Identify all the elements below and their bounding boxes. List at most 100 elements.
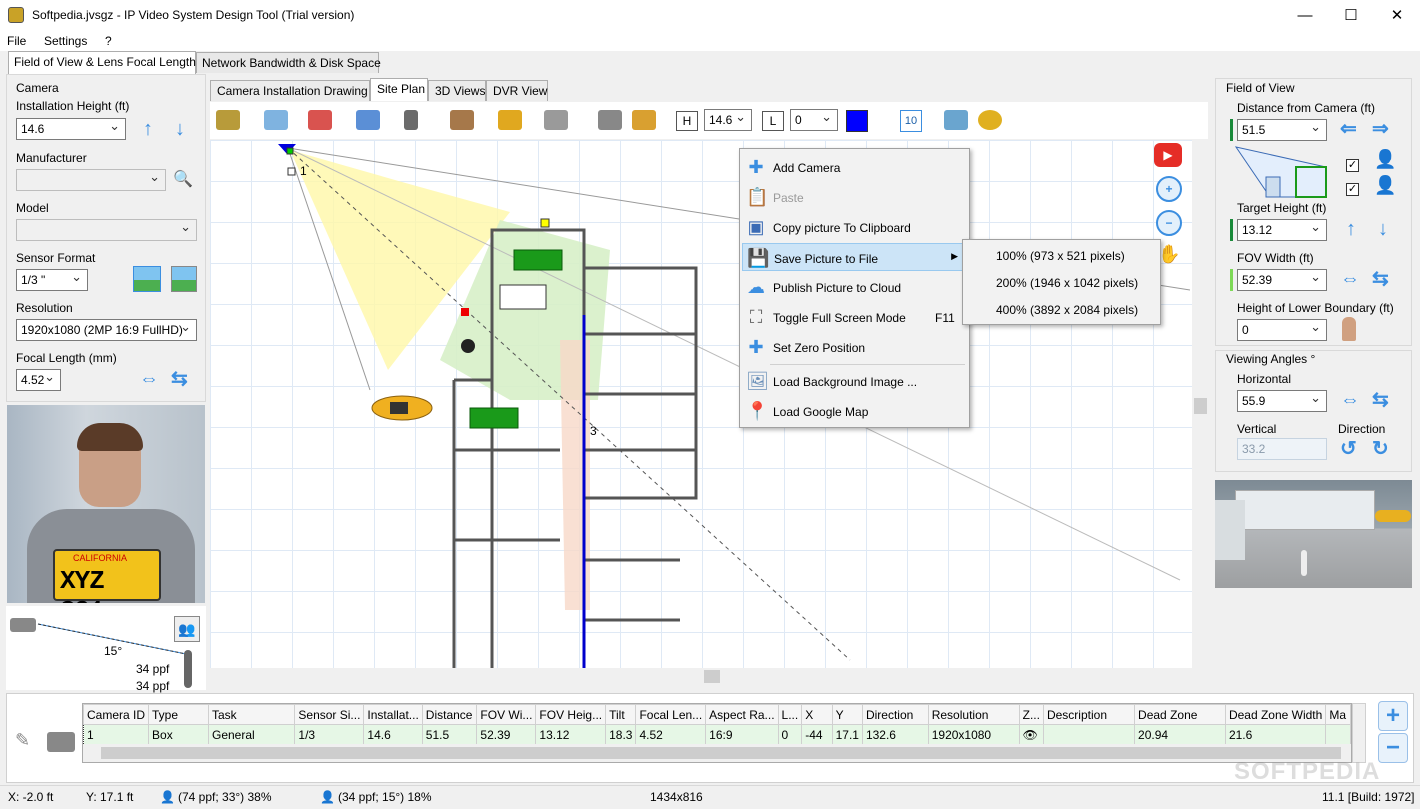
target-height-combo[interactable]: 13.12: [1237, 219, 1327, 241]
3d-preview-thumbnail[interactable]: [1215, 480, 1412, 588]
column-header[interactable]: FOV Wi...: [476, 704, 537, 725]
tab-dvr-view[interactable]: DVR View: [486, 80, 548, 101]
column-header[interactable]: Description: [1042, 704, 1136, 725]
menu-add-camera[interactable]: ✚ Add Camera: [742, 153, 967, 181]
column-header[interactable]: Installat...: [363, 704, 423, 725]
fov-narrow-icon[interactable]: ⇆: [1372, 269, 1389, 289]
horizontal-widen-icon[interactable]: ⇔: [1340, 390, 1360, 410]
line-tool-icon[interactable]: [544, 110, 568, 130]
column-header[interactable]: Resolution: [927, 704, 1020, 725]
table-cell[interactable]: Box: [148, 724, 209, 745]
print-tool-icon[interactable]: [944, 110, 968, 130]
show-target-checkbox[interactable]: ✓: [1346, 159, 1359, 172]
canvas-vertical-scrollbar[interactable]: [1192, 140, 1209, 668]
increase-height-arrow-icon[interactable]: ↑: [143, 119, 153, 139]
youtube-icon[interactable]: ▶: [1154, 143, 1182, 167]
table-cell[interactable]: 0: [777, 724, 803, 745]
landscape-sensor-icon[interactable]: [133, 266, 161, 292]
table-cell[interactable]: 14.6: [363, 724, 423, 745]
table-cell[interactable]: General: [207, 724, 296, 745]
minimize-button[interactable]: —: [1282, 0, 1328, 31]
tab-3d-views[interactable]: 3D Views: [428, 80, 486, 101]
column-header[interactable]: L...: [777, 704, 803, 725]
remove-camera-row-button[interactable]: −: [1378, 733, 1408, 763]
pan-hand-icon[interactable]: ✋: [1158, 244, 1182, 270]
narrow-focal-icon[interactable]: ⇆: [171, 369, 188, 389]
table-cell[interactable]: -44: [801, 724, 833, 745]
tab-network-bandwidth[interactable]: Network Bandwidth & Disk Space: [196, 52, 381, 73]
distance-right-arrow-icon[interactable]: ⇒: [1372, 119, 1389, 139]
table-cell[interactable]: [1325, 724, 1351, 745]
column-header[interactable]: Task: [207, 704, 296, 725]
menu-load-google-map[interactable]: 📍 Load Google Map: [742, 397, 967, 425]
table-cell[interactable]: 52.39: [476, 724, 537, 745]
column-header[interactable]: X: [801, 704, 833, 725]
horizontal-narrow-icon[interactable]: ⇆: [1372, 390, 1389, 410]
column-header[interactable]: Z...: [1018, 704, 1044, 725]
column-header[interactable]: Dead Zone: [1134, 704, 1226, 725]
table-vertical-scrollbar[interactable]: [1352, 703, 1366, 763]
table-cell[interactable]: 1: [83, 724, 150, 745]
menu-load-background[interactable]: 🖼 Load Background Image ...: [742, 367, 967, 395]
save-400-percent[interactable]: 400% (3892 x 2084 pixels): [996, 303, 1138, 317]
table-cell[interactable]: [1042, 724, 1136, 745]
area-tool-icon[interactable]: [356, 110, 380, 130]
table-cell[interactable]: 👁: [1018, 724, 1044, 745]
column-header[interactable]: Focal Len...: [635, 704, 707, 725]
person-tool-icon[interactable]: [404, 110, 418, 130]
horizontal-angle-combo[interactable]: 55.9: [1237, 390, 1327, 412]
measure-tape-icon[interactable]: [978, 110, 1002, 130]
menu-help[interactable]: ?: [105, 34, 112, 48]
column-header[interactable]: Tilt: [605, 704, 637, 725]
tab-field-of-view[interactable]: Field of View & Lens Focal Length: [8, 51, 196, 74]
menu-toggle-fullscreen[interactable]: ⛶ Toggle Full Screen Mode F11: [742, 303, 967, 331]
target-height-down-icon[interactable]: ↓: [1378, 219, 1388, 239]
two-persons-icon[interactable]: 👥: [174, 616, 200, 642]
installation-height-combo[interactable]: 14.6: [16, 118, 126, 140]
menu-set-zero-position[interactable]: ✚ Set Zero Position: [742, 333, 967, 361]
color-picker-swatch[interactable]: [846, 110, 868, 132]
line-tool-side-icon[interactable]: ✎: [15, 730, 39, 754]
save-100-percent[interactable]: 100% (973 x 521 pixels): [996, 249, 1125, 263]
model-combo[interactable]: [16, 219, 197, 241]
fov-width-combo[interactable]: 52.39: [1237, 269, 1327, 291]
menu-settings[interactable]: Settings: [44, 34, 87, 48]
column-header[interactable]: Aspect Ra...: [705, 704, 779, 725]
clear-icon[interactable]: [632, 110, 656, 130]
table-cell[interactable]: 4.52: [635, 724, 707, 745]
grid-size-icon[interactable]: 10: [900, 110, 922, 132]
widen-focal-icon[interactable]: ⇔: [139, 369, 159, 389]
bench-tool-icon[interactable]: [450, 110, 474, 130]
menu-publish-cloud[interactable]: ☁ Publish Picture to Cloud: [742, 273, 967, 301]
tab-site-plan[interactable]: Site Plan: [370, 78, 428, 101]
table-cell[interactable]: 16:9: [705, 724, 779, 745]
camera-tool-icon[interactable]: [216, 110, 240, 130]
table-cell[interactable]: 1920x1080: [927, 724, 1020, 745]
add-camera-row-button[interactable]: +: [1378, 701, 1408, 731]
lower-boundary-combo[interactable]: 0: [1237, 319, 1327, 341]
focal-length-combo[interactable]: 4.52: [16, 369, 61, 391]
show-woman-checkbox[interactable]: ✓: [1346, 183, 1359, 196]
table-cell[interactable]: 132.6: [861, 724, 929, 745]
decrease-height-arrow-icon[interactable]: ↓: [175, 119, 185, 139]
table-cell[interactable]: 1/3: [294, 724, 365, 745]
table-cell[interactable]: 20.94: [1134, 724, 1226, 745]
search-camera-icon[interactable]: 🔍: [173, 169, 195, 189]
map-tool-icon[interactable]: [264, 110, 288, 130]
column-header[interactable]: FOV Heig...: [535, 704, 607, 725]
table-cell[interactable]: 18.3: [605, 724, 637, 745]
table-cell[interactable]: 17.1: [831, 724, 863, 745]
column-header[interactable]: Dead Zone Width: [1224, 704, 1327, 725]
menu-copy-picture[interactable]: ▣ Copy picture To Clipboard: [742, 213, 967, 241]
table-scroll-thumb[interactable]: [101, 747, 1341, 759]
maximize-button[interactable]: ☐: [1328, 0, 1374, 31]
car-tool-icon[interactable]: [498, 110, 522, 130]
save-200-percent[interactable]: 200% (1946 x 1042 pixels): [996, 276, 1138, 290]
height-combo[interactable]: 14.6: [704, 109, 752, 131]
level-combo[interactable]: 0: [790, 109, 838, 131]
resolution-combo[interactable]: 1920x1080 (2MP 16:9 FullHD): [16, 319, 197, 341]
menu-file[interactable]: File: [7, 34, 26, 48]
distance-left-arrow-icon[interactable]: ⇐: [1340, 119, 1357, 139]
column-header[interactable]: Y: [831, 704, 863, 725]
table-cell[interactable]: 13.12: [535, 724, 607, 745]
